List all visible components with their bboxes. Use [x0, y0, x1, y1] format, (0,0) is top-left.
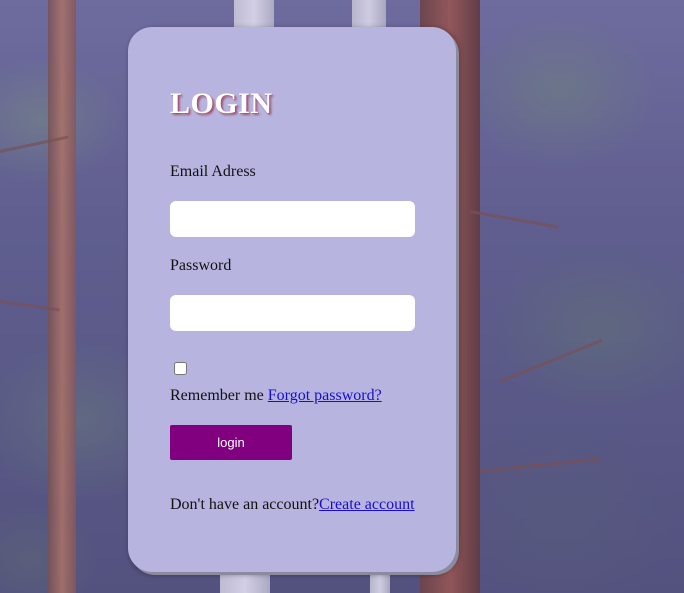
- signup-prompt: Don't have an account?: [170, 496, 320, 513]
- login-button[interactable]: login: [170, 425, 292, 460]
- login-title: LOGIN: [170, 87, 273, 120]
- remember-row: Remember me Forgot password?: [170, 387, 382, 405]
- password-input[interactable]: [170, 295, 415, 331]
- login-card: LOGIN Email Adress Password Remember me …: [128, 27, 456, 572]
- create-account-link[interactable]: Create account: [319, 496, 415, 513]
- forgot-password-link[interactable]: Forgot password?: [268, 387, 382, 404]
- remember-me-checkbox[interactable]: [174, 362, 187, 375]
- email-label: Email Adress: [170, 163, 256, 180]
- signup-row: Don't have an account?Create account: [170, 496, 415, 514]
- remember-me-label: Remember me: [170, 387, 264, 404]
- password-label: Password: [170, 257, 232, 274]
- email-input[interactable]: [170, 201, 415, 237]
